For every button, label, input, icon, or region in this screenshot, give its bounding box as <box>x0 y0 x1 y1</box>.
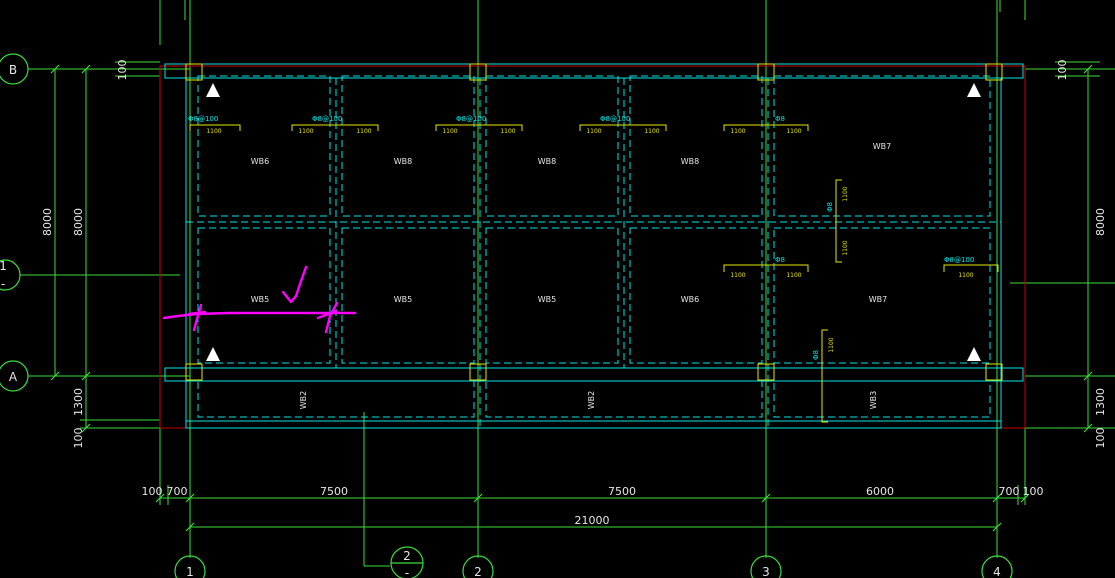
rebar-spec: Φ8 <box>775 256 785 264</box>
rebar-spec: Φ8@100 <box>600 115 630 123</box>
grid-label-mid: 1 <box>0 259 7 273</box>
grid-label-2-detail: 2 <box>403 549 411 563</box>
rebar-spec: Φ8 <box>826 202 834 212</box>
dim-8000-left-a: 8000 <box>41 208 54 236</box>
rebar-length: 1100 <box>298 128 313 135</box>
rebar-length: 1100 <box>828 337 835 352</box>
grid-label-mid-sub: - <box>1 277 5 291</box>
panel-label: WB7 <box>869 295 888 304</box>
dim-100-top-right: 100 <box>1056 60 1069 81</box>
rebar-bars <box>189 124 999 423</box>
rebar-spec: Φ8@100 <box>456 115 486 123</box>
rebar-length: 1100 <box>206 128 221 135</box>
dim-700-bottom-l: 700 <box>167 485 188 498</box>
dim-100-bottom-l: 100 <box>142 485 163 498</box>
rebar-length: 1100 <box>356 128 371 135</box>
panel-label: WB6 <box>251 157 270 166</box>
dim-6000: 6000 <box>866 485 894 498</box>
rebar-length: 1100 <box>786 272 801 279</box>
dimension-labels: 100 8000 8000 1300 100 100 8000 1300 100… <box>41 60 1107 528</box>
rebar-length: 1100 <box>958 272 973 279</box>
dim-100-bottom-left: 100 <box>72 428 85 449</box>
rebar-length: 1100 <box>786 128 801 135</box>
rebar-length: 1100 <box>586 128 601 135</box>
rebar-length: 1100 <box>442 128 457 135</box>
dim-8000-left-b: 8000 <box>72 208 85 236</box>
triangle-marker <box>967 347 981 361</box>
rebar-labels: Φ8@100 Φ8@100 Φ8@100 Φ8@100 Φ8 Φ8 Φ8@100… <box>188 115 974 360</box>
grid-label-1: 1 <box>186 565 194 578</box>
dim-100-bottom-right: 100 <box>1094 428 1107 449</box>
structural-drawing-canvas: B A 1 - 1 2 3 4 2 - 100 8000 8000 1300 1… <box>0 0 1115 578</box>
panel-label: WB5 <box>538 295 557 304</box>
dim-1300-left: 1300 <box>72 388 85 416</box>
grid-label-3: 3 <box>762 565 770 578</box>
panel-label: WB5 <box>394 295 413 304</box>
triangle-marker <box>967 83 981 97</box>
rebar-length: 1100 <box>730 272 745 279</box>
rebar-spec: Φ8 <box>775 115 785 123</box>
triangle-marker <box>206 347 220 361</box>
dim-100-top-left: 100 <box>116 60 129 81</box>
panel-label: WB2 <box>587 391 596 410</box>
dim-1300-right: 1300 <box>1094 388 1107 416</box>
panel-label: WB6 <box>681 295 700 304</box>
rebar-spec: Φ8@100 <box>312 115 342 123</box>
panel-label: WB8 <box>538 157 557 166</box>
panel-label: WB3 <box>869 391 878 410</box>
rebar-length-labels: 1100 1100 1100 1100 1100 1100 1100 1100 … <box>206 128 973 353</box>
rebar-length: 1100 <box>842 240 849 255</box>
grid-label-2-detail-sub: - <box>405 566 409 578</box>
dim-700-bottom-r: 700 <box>999 485 1020 498</box>
triangle-marker <box>206 83 220 97</box>
grid-label-4: 4 <box>993 565 1001 578</box>
rebar-spec: Φ8 <box>812 350 820 360</box>
grid-label-B: B <box>9 63 17 77</box>
checkmark-icon <box>281 265 308 304</box>
dim-7500-b: 7500 <box>608 485 636 498</box>
rebar-length: 1100 <box>842 186 849 201</box>
panel-label: WB8 <box>394 157 413 166</box>
dim-21000: 21000 <box>575 514 610 527</box>
axis-grid <box>20 0 1115 567</box>
panel-label: WB7 <box>873 142 892 151</box>
panel-label: WB5 <box>251 295 270 304</box>
rebar-length: 1100 <box>644 128 659 135</box>
dim-100-bottom-r: 100 <box>1023 485 1044 498</box>
grid-label-2: 2 <box>474 565 482 578</box>
rebar-spec: Φ8@100 <box>188 115 218 123</box>
grid-labels: B A 1 - 1 2 3 4 2 - <box>0 63 1001 578</box>
rebar-length: 1100 <box>500 128 515 135</box>
slab-outlines <box>164 63 1024 429</box>
dim-8000-right: 8000 <box>1094 208 1107 236</box>
wall-outline <box>159 65 1026 429</box>
rebar-spec: Φ8@100 <box>944 256 974 264</box>
annotation-tick-right <box>324 301 339 334</box>
panel-label: WB8 <box>681 157 700 166</box>
panel-label: WB2 <box>299 391 308 410</box>
grid-label-A: A <box>9 370 18 384</box>
dim-7500-a: 7500 <box>320 485 348 498</box>
rebar-length: 1100 <box>730 128 745 135</box>
